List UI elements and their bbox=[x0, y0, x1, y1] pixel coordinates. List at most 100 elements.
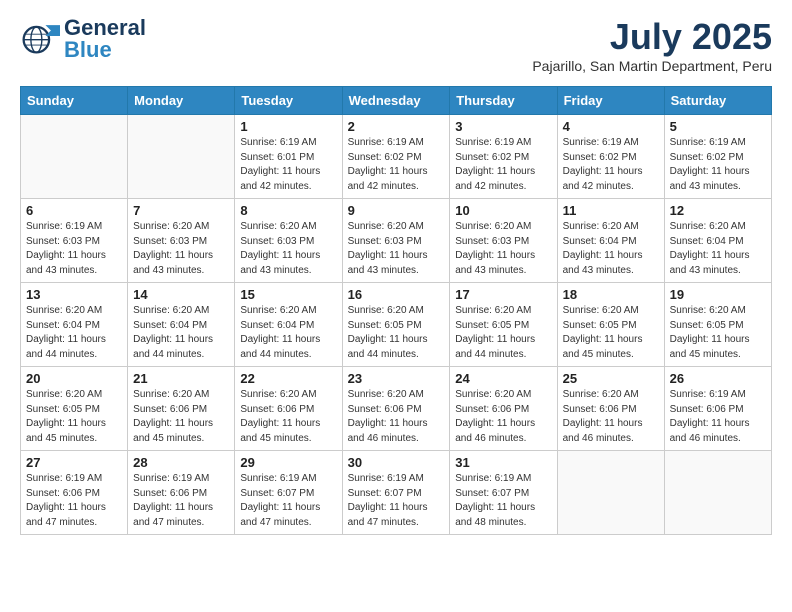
day-detail: Sunrise: 6:19 AM Sunset: 6:07 PM Dayligh… bbox=[348, 472, 445, 530]
day-number: 26 bbox=[670, 371, 766, 386]
day-number: 29 bbox=[240, 455, 336, 470]
calendar-cell: 12Sunrise: 6:20 AM Sunset: 6:04 PM Dayli… bbox=[664, 199, 771, 283]
logo-icon bbox=[20, 16, 60, 61]
day-detail: Sunrise: 6:19 AM Sunset: 6:06 PM Dayligh… bbox=[26, 472, 122, 530]
day-number: 19 bbox=[670, 287, 766, 302]
day-number: 22 bbox=[240, 371, 336, 386]
calendar-cell: 7 Sunrise: 6:20 AM Sunset: 6:03 PM Daylig… bbox=[128, 199, 235, 283]
day-number: 18 bbox=[563, 287, 659, 302]
day-detail: Sunrise: 6:19 AM Sunset: 6:02 PM Dayligh… bbox=[348, 136, 445, 194]
day-number: 9 bbox=[348, 203, 445, 218]
day-detail: Sunrise: 6:20 AM Sunset: 6:03 PM Dayligh… bbox=[133, 220, 229, 278]
day-detail: Sunrise: 6:20 AM Sunset: 6:03 PM Dayligh… bbox=[240, 220, 336, 278]
calendar-day-header: Saturday bbox=[664, 87, 771, 115]
day-detail: Sunrise: 6:19 AM Sunset: 6:06 PM Dayligh… bbox=[133, 472, 229, 530]
day-number: 23 bbox=[348, 371, 445, 386]
day-detail: Sunrise: 6:20 AM Sunset: 6:06 PM Dayligh… bbox=[133, 388, 229, 446]
day-number: 15 bbox=[240, 287, 336, 302]
day-detail: Sunrise: 6:19 AM Sunset: 6:07 PM Dayligh… bbox=[455, 472, 551, 530]
day-detail: Sunrise: 6:20 AM Sunset: 6:06 PM Dayligh… bbox=[563, 388, 659, 446]
calendar-cell: 26 Sunrise: 6:19 AM Sunset: 6:06 PM Dayli… bbox=[664, 367, 771, 451]
calendar-day-header: Wednesday bbox=[342, 87, 450, 115]
calendar-header-row: SundayMondayTuesdayWednesdayThursdayFrid… bbox=[21, 87, 772, 115]
calendar-cell: 2 Sunrise: 6:19 AM Sunset: 6:02 PM Daylig… bbox=[342, 115, 450, 199]
calendar-cell: 1Sunrise: 6:19 AM Sunset: 6:01 PM Daylig… bbox=[235, 115, 342, 199]
calendar-day-header: Sunday bbox=[21, 87, 128, 115]
day-detail: Sunrise: 6:20 AM Sunset: 6:05 PM Dayligh… bbox=[455, 304, 551, 362]
calendar-table: SundayMondayTuesdayWednesdayThursdayFrid… bbox=[20, 86, 772, 535]
calendar-cell bbox=[557, 451, 664, 535]
calendar-cell: 8 Sunrise: 6:20 AM Sunset: 6:03 PM Daylig… bbox=[235, 199, 342, 283]
calendar-cell bbox=[128, 115, 235, 199]
day-number: 3 bbox=[455, 119, 551, 134]
day-detail: Sunrise: 6:20 AM Sunset: 6:05 PM Dayligh… bbox=[348, 304, 445, 362]
day-detail: Sunrise: 6:19 AM Sunset: 6:06 PM Dayligh… bbox=[670, 388, 766, 446]
day-detail: Sunrise: 6:20 AM Sunset: 6:06 PM Dayligh… bbox=[455, 388, 551, 446]
day-number: 17 bbox=[455, 287, 551, 302]
day-detail: Sunrise: 6:20 AM Sunset: 6:03 PM Dayligh… bbox=[455, 220, 551, 278]
calendar-week-row: 27 Sunrise: 6:19 AM Sunset: 6:06 PM Dayli… bbox=[21, 451, 772, 535]
calendar-cell: 17 Sunrise: 6:20 AM Sunset: 6:05 PM Dayli… bbox=[450, 283, 557, 367]
calendar-cell: 18 Sunrise: 6:20 AM Sunset: 6:05 PM Dayli… bbox=[557, 283, 664, 367]
day-number: 8 bbox=[240, 203, 336, 218]
day-number: 7 bbox=[133, 203, 229, 218]
calendar-cell: 20 Sunrise: 6:20 AM Sunset: 6:05 PM Dayli… bbox=[21, 367, 128, 451]
day-detail: Sunrise: 6:20 AM Sunset: 6:06 PM Dayligh… bbox=[240, 388, 336, 446]
calendar-cell: 13 Sunrise: 6:20 AM Sunset: 6:04 PM Dayli… bbox=[21, 283, 128, 367]
day-number: 24 bbox=[455, 371, 551, 386]
month-title: July 2025 bbox=[532, 16, 772, 58]
calendar-week-row: 20 Sunrise: 6:20 AM Sunset: 6:05 PM Dayli… bbox=[21, 367, 772, 451]
day-detail: Sunrise: 6:20 AM Sunset: 6:05 PM Dayligh… bbox=[26, 388, 122, 446]
day-detail: Sunrise: 6:19 AM Sunset: 6:02 PM Dayligh… bbox=[455, 136, 551, 194]
day-number: 14 bbox=[133, 287, 229, 302]
calendar-cell: 4Sunrise: 6:19 AM Sunset: 6:02 PM Daylig… bbox=[557, 115, 664, 199]
day-number: 2 bbox=[348, 119, 445, 134]
day-detail: Sunrise: 6:20 AM Sunset: 6:05 PM Dayligh… bbox=[563, 304, 659, 362]
calendar-cell: 15 Sunrise: 6:20 AM Sunset: 6:04 PM Dayli… bbox=[235, 283, 342, 367]
logo-text: General Blue bbox=[64, 17, 146, 61]
calendar-cell: 25 Sunrise: 6:20 AM Sunset: 6:06 PM Dayli… bbox=[557, 367, 664, 451]
day-number: 10 bbox=[455, 203, 551, 218]
day-number: 31 bbox=[455, 455, 551, 470]
calendar-day-header: Thursday bbox=[450, 87, 557, 115]
calendar-cell bbox=[664, 451, 771, 535]
day-number: 25 bbox=[563, 371, 659, 386]
day-detail: Sunrise: 6:19 AM Sunset: 6:02 PM Dayligh… bbox=[563, 136, 659, 194]
day-detail: Sunrise: 6:20 AM Sunset: 6:04 PM Dayligh… bbox=[133, 304, 229, 362]
day-detail: Sunrise: 6:20 AM Sunset: 6:04 PM Dayligh… bbox=[240, 304, 336, 362]
calendar-cell: 3 Sunrise: 6:19 AM Sunset: 6:02 PM Daylig… bbox=[450, 115, 557, 199]
calendar-cell: 11Sunrise: 6:20 AM Sunset: 6:04 PM Dayli… bbox=[557, 199, 664, 283]
day-detail: Sunrise: 6:20 AM Sunset: 6:04 PM Dayligh… bbox=[26, 304, 122, 362]
location-subtitle: Pajarillo, San Martin Department, Peru bbox=[532, 58, 772, 74]
calendar-cell: 16 Sunrise: 6:20 AM Sunset: 6:05 PM Dayli… bbox=[342, 283, 450, 367]
calendar-day-header: Monday bbox=[128, 87, 235, 115]
calendar-cell: 6Sunrise: 6:19 AM Sunset: 6:03 PM Daylig… bbox=[21, 199, 128, 283]
calendar-cell: 30 Sunrise: 6:19 AM Sunset: 6:07 PM Dayli… bbox=[342, 451, 450, 535]
logo: General Blue bbox=[20, 16, 146, 61]
calendar-cell: 29Sunrise: 6:19 AM Sunset: 6:07 PM Dayli… bbox=[235, 451, 342, 535]
day-number: 30 bbox=[348, 455, 445, 470]
day-number: 27 bbox=[26, 455, 122, 470]
calendar-cell: 27 Sunrise: 6:19 AM Sunset: 6:06 PM Dayli… bbox=[21, 451, 128, 535]
calendar-day-header: Tuesday bbox=[235, 87, 342, 115]
title-block: July 2025 Pajarillo, San Martin Departme… bbox=[532, 16, 772, 74]
calendar-cell: 10 Sunrise: 6:20 AM Sunset: 6:03 PM Dayli… bbox=[450, 199, 557, 283]
calendar-cell: 28 Sunrise: 6:19 AM Sunset: 6:06 PM Dayli… bbox=[128, 451, 235, 535]
day-number: 6 bbox=[26, 203, 122, 218]
day-detail: Sunrise: 6:20 AM Sunset: 6:06 PM Dayligh… bbox=[348, 388, 445, 446]
day-detail: Sunrise: 6:20 AM Sunset: 6:05 PM Dayligh… bbox=[670, 304, 766, 362]
calendar-cell: 19 Sunrise: 6:20 AM Sunset: 6:05 PM Dayli… bbox=[664, 283, 771, 367]
day-number: 28 bbox=[133, 455, 229, 470]
calendar-body: 1Sunrise: 6:19 AM Sunset: 6:01 PM Daylig… bbox=[21, 115, 772, 535]
day-detail: Sunrise: 6:20 AM Sunset: 6:03 PM Dayligh… bbox=[348, 220, 445, 278]
calendar-week-row: 6Sunrise: 6:19 AM Sunset: 6:03 PM Daylig… bbox=[21, 199, 772, 283]
calendar-cell: 21Sunrise: 6:20 AM Sunset: 6:06 PM Dayli… bbox=[128, 367, 235, 451]
day-number: 16 bbox=[348, 287, 445, 302]
day-number: 1 bbox=[240, 119, 336, 134]
calendar-cell: 9 Sunrise: 6:20 AM Sunset: 6:03 PM Daylig… bbox=[342, 199, 450, 283]
calendar-cell: 22 Sunrise: 6:20 AM Sunset: 6:06 PM Dayli… bbox=[235, 367, 342, 451]
calendar-cell bbox=[21, 115, 128, 199]
day-number: 11 bbox=[563, 203, 659, 218]
day-number: 13 bbox=[26, 287, 122, 302]
day-number: 20 bbox=[26, 371, 122, 386]
